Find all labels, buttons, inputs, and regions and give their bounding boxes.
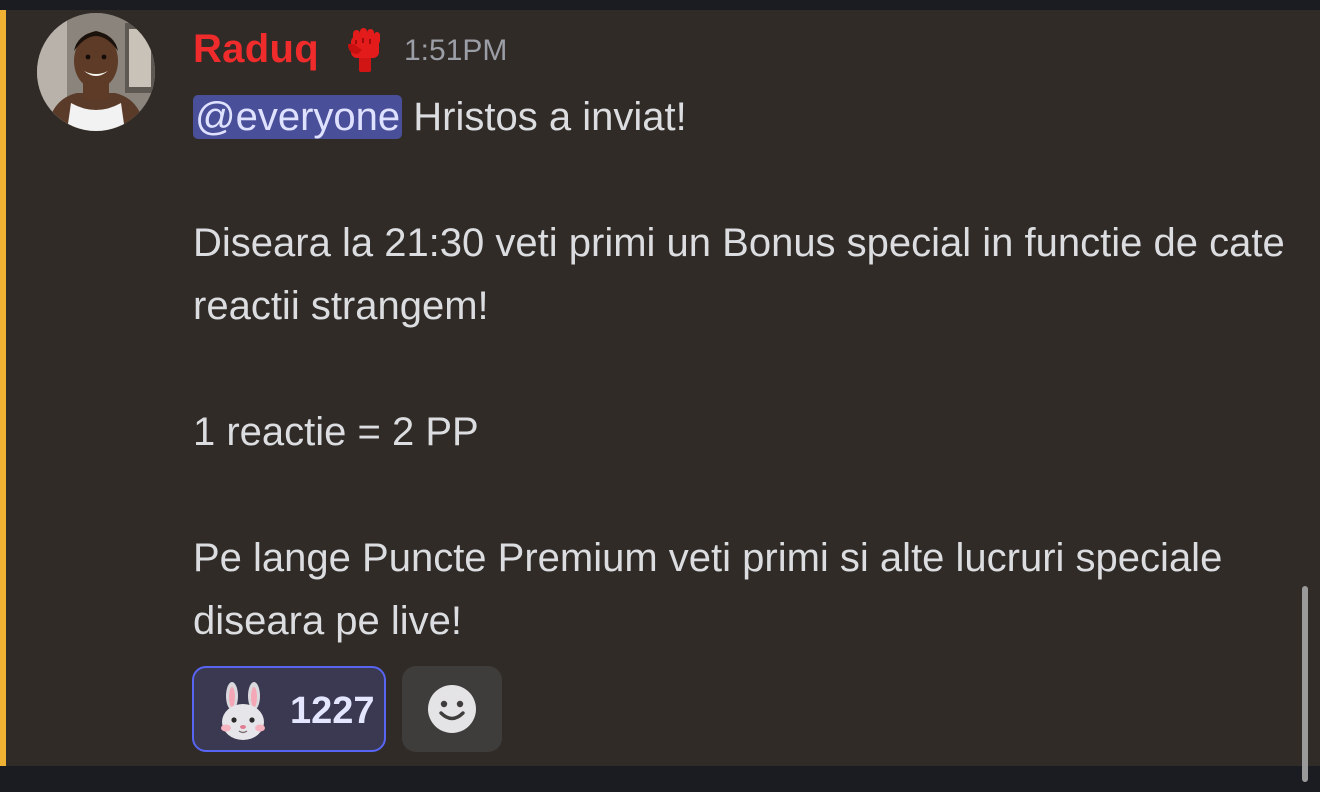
- username[interactable]: Raduq: [193, 26, 319, 72]
- raised-fist-icon[interactable]: [344, 26, 386, 74]
- top-strip: [0, 0, 1320, 10]
- message-content: @everyone Hristos a inviat! Diseara la 2…: [193, 86, 1303, 653]
- rabbit-face-icon: [221, 682, 265, 740]
- message-paragraph: Pe lange Puncte Premium veti primi si al…: [193, 536, 1234, 643]
- chat-message[interactable]: Raduq 1:51PM @everyone Hristos a inviat!…: [0, 10, 1320, 766]
- reaction-count: 1227: [290, 690, 375, 732]
- avatar[interactable]: [37, 13, 155, 131]
- scrollbar[interactable]: [1302, 586, 1308, 782]
- message-paragraph: 1 reactie = 2 PP: [193, 410, 479, 454]
- add-reaction-button[interactable]: [402, 666, 502, 752]
- greeting-text: Hristos a inviat!: [402, 95, 687, 139]
- reaction-button[interactable]: 1227: [192, 666, 386, 752]
- mention-highlight-bar: [0, 10, 6, 766]
- message-timestamp: 1:51PM: [404, 34, 508, 67]
- message-paragraph: Diseara la 21:30 veti primi un Bonus spe…: [193, 221, 1296, 328]
- bottom-strip: [0, 766, 1320, 792]
- smiley-add-reaction-icon: [428, 685, 476, 733]
- message-line-1: @everyone Hristos a inviat!: [193, 86, 1303, 149]
- avatar-photo: [37, 13, 155, 131]
- everyone-mention[interactable]: @everyone: [193, 95, 403, 139]
